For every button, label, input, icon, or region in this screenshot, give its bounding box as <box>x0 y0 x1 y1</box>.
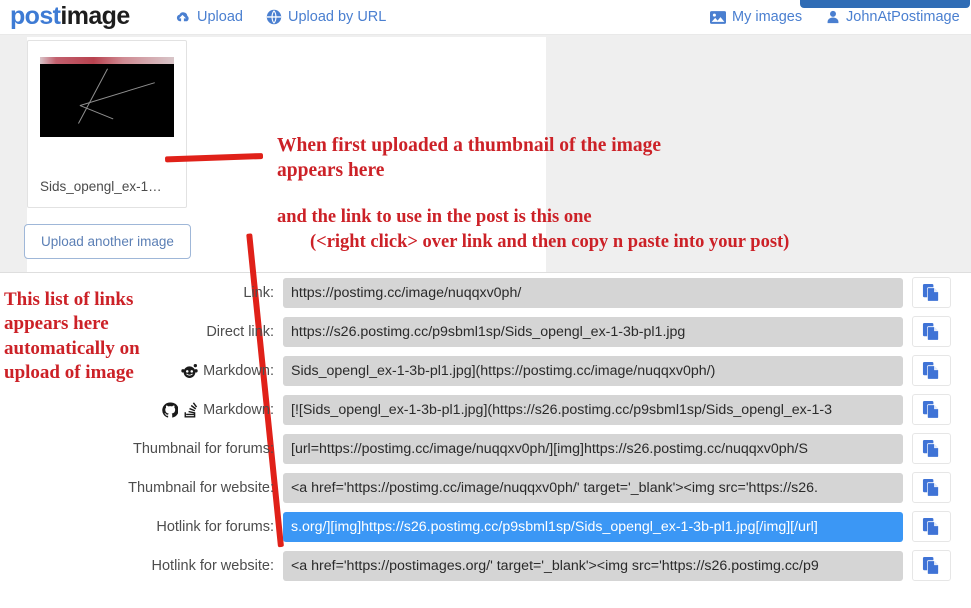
link-row-label: Thumbnail for forums: <box>132 440 274 457</box>
copy-link-button[interactable] <box>912 316 951 347</box>
copy-link-button[interactable] <box>912 511 951 542</box>
copy-icon <box>922 556 941 575</box>
link-row-label: Markdown: <box>203 401 274 418</box>
link-row-label-wrap: Markdown: <box>0 402 283 418</box>
link-row: Direct link: <box>0 312 971 351</box>
link-row-label-wrap: Hotlink for forums: <box>0 519 283 535</box>
link-row-label-wrap: Direct link: <box>0 324 283 340</box>
nav-upload-by-url-link[interactable]: Upload by URL <box>266 9 386 25</box>
link-row-label-wrap: Hotlink for website: <box>0 558 283 574</box>
annotation-thumbnail-line2: appears here <box>277 159 385 181</box>
site-header: postimage Upload Upload by URL My images… <box>0 0 971 35</box>
link-value-input[interactable] <box>283 511 903 542</box>
copy-link-button[interactable] <box>912 550 951 581</box>
nav-upload-by-url-label: Upload by URL <box>288 9 387 25</box>
nav-my-images-label: My images <box>732 9 803 25</box>
image-thumbnail[interactable] <box>40 57 174 137</box>
link-row-label: Link: <box>243 284 274 301</box>
copy-link-button[interactable] <box>912 433 951 464</box>
thumbnail-titlebar <box>40 57 174 64</box>
link-value-input[interactable] <box>283 433 903 464</box>
link-row-label-wrap: Thumbnail for forums: <box>0 441 283 457</box>
top-cut-off-button[interactable] <box>800 0 970 8</box>
copy-icon <box>922 283 941 302</box>
annotation-thumbnail-note: When first uploaded a thumbnail of the i… <box>277 134 661 184</box>
link-row-label: Direct link: <box>206 323 274 340</box>
site-logo[interactable]: postimage <box>10 2 130 31</box>
upload-another-image-button[interactable]: Upload another image <box>24 224 191 259</box>
link-row: Thumbnail for website: <box>0 468 971 507</box>
link-row: Hotlink for forums: <box>0 507 971 546</box>
image-gallery-icon <box>710 10 726 24</box>
link-row: Hotlink for website: <box>0 546 971 585</box>
cloud-upload-icon <box>174 10 191 24</box>
image-filename-label: Sids_opengl_ex-1… <box>40 179 162 194</box>
copy-icon <box>922 517 941 536</box>
link-value-input[interactable] <box>283 277 903 308</box>
link-row-label-wrap: Markdown: <box>0 363 283 379</box>
link-row: Thumbnail for forums: <box>0 429 971 468</box>
link-value-input[interactable] <box>283 472 903 503</box>
logo-text-post: post <box>10 2 61 30</box>
copy-icon <box>922 439 941 458</box>
link-row: Link: <box>0 273 971 312</box>
thumbnail-line-2 <box>80 82 155 106</box>
reddit-icon <box>181 363 198 378</box>
globe-icon <box>266 9 282 25</box>
link-row-label: Hotlink for forums: <box>156 518 274 535</box>
copy-link-button[interactable] <box>912 472 951 503</box>
link-value-input[interactable] <box>283 316 903 347</box>
nav-user-account-link[interactable]: JohnAtPostimage <box>826 9 960 25</box>
copy-icon <box>922 400 941 419</box>
annotation-thumbnail-line1: When first uploaded a thumbnail of the i… <box>277 135 662 156</box>
nav-username-label: JohnAtPostimage <box>846 9 960 25</box>
link-value-input[interactable] <box>283 550 903 581</box>
copy-link-button[interactable] <box>912 394 951 425</box>
github-icon <box>162 401 179 418</box>
copy-link-button[interactable] <box>912 355 951 386</box>
link-row-label: Thumbnail for website: <box>128 479 274 496</box>
link-row-label: Markdown: <box>203 362 274 379</box>
link-row-label-wrap: Link: <box>0 285 283 301</box>
user-icon <box>826 10 840 24</box>
link-row: Markdown: <box>0 390 971 429</box>
copy-icon <box>922 361 941 380</box>
stackoverflow-icon <box>183 401 198 418</box>
copy-link-button[interactable] <box>912 277 951 308</box>
uploaded-image-card[interactable]: Sids_opengl_ex-1… <box>27 40 187 208</box>
link-value-input[interactable] <box>283 355 903 386</box>
nav-my-images-link[interactable]: My images <box>710 9 802 25</box>
nav-upload-link[interactable]: Upload <box>174 9 243 25</box>
copy-icon <box>922 322 941 341</box>
link-value-input[interactable] <box>283 394 903 425</box>
nav-upload-label: Upload <box>197 9 243 25</box>
link-row: Markdown: <box>0 351 971 390</box>
link-row-label-wrap: Thumbnail for website: <box>0 480 283 496</box>
annotation-link-note: and the link to use in the post is this … <box>277 207 592 227</box>
copy-icon <box>922 478 941 497</box>
annotation-rightclick-note: (<right click> over link and then copy n… <box>310 232 790 252</box>
link-list: Link: Direct link: Markdown: Markdown: Thumb… <box>0 273 971 585</box>
logo-text-image: image <box>60 2 130 30</box>
link-row-label: Hotlink for website: <box>151 557 275 574</box>
